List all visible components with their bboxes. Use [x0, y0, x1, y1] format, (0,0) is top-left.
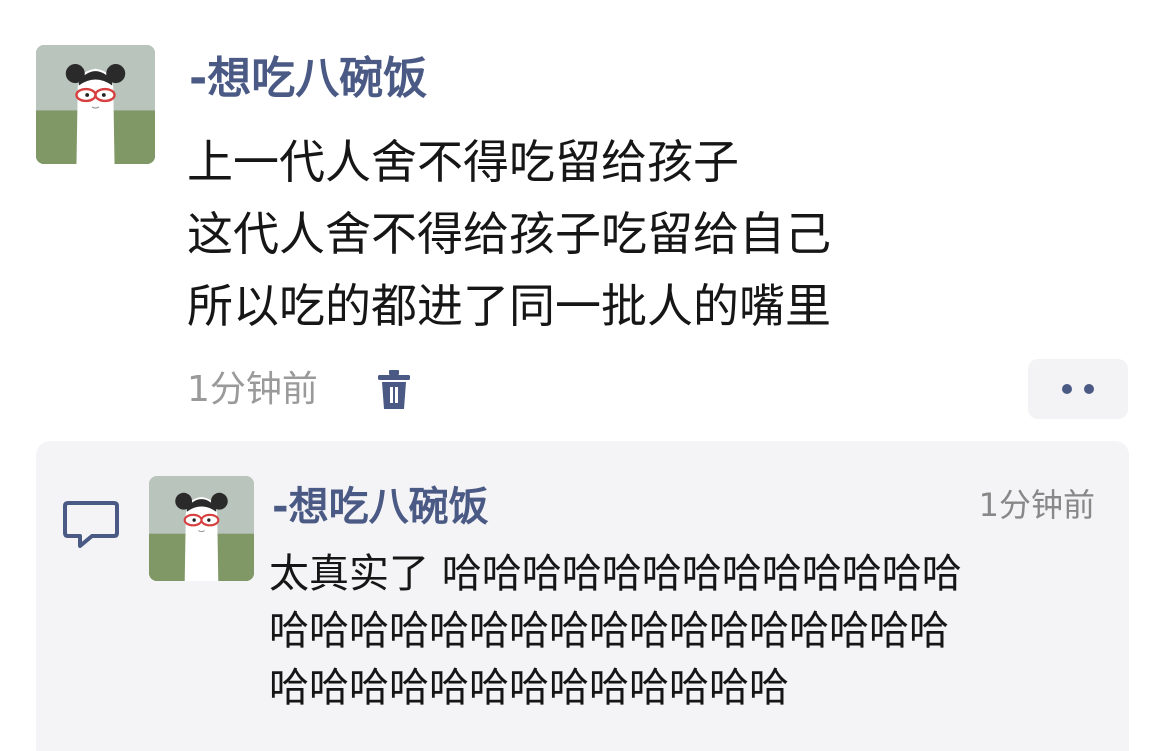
reply-content-line: 哈哈哈哈哈哈哈哈哈哈哈哈哈哈哈哈哈: [269, 608, 949, 654]
trash-icon[interactable]: [376, 370, 412, 410]
reply-timestamp: 1分钟前: [978, 486, 1095, 524]
reply-content-line: 太真实了 哈哈哈哈哈哈哈哈哈哈哈哈哈: [269, 551, 962, 597]
post-author-name[interactable]: -想吃八碗饭: [189, 48, 427, 110]
comment-bubble-icon[interactable]: [62, 499, 120, 551]
post-content-line: 所以吃的都进了同一批人的嘴里: [187, 279, 831, 333]
post-content: 上一代人舍不得吃留给孩子 这代人舍不得给孩子吃留给自己 所以吃的都进了同一批人的…: [187, 126, 831, 342]
more-dots-icon: [1084, 384, 1094, 394]
reply-author-name[interactable]: -想吃八碗饭: [272, 480, 489, 534]
more-options-button[interactable]: [1028, 359, 1128, 419]
avatar-image: [149, 476, 254, 581]
reply-avatar[interactable]: [149, 476, 254, 581]
post-content-line: 这代人舍不得给孩子吃留给自己: [187, 207, 831, 261]
avatar-image: [36, 45, 155, 164]
post-content-line: 上一代人舍不得吃留给孩子: [187, 135, 739, 189]
post-timestamp: 1分钟前: [187, 369, 318, 410]
reply-content-line: 哈哈哈哈哈哈哈哈哈哈哈哈哈: [269, 665, 789, 711]
more-dots-icon: [1062, 384, 1072, 394]
post-avatar[interactable]: [36, 45, 155, 164]
reply-content: 太真实了 哈哈哈哈哈哈哈哈哈哈哈哈哈 哈哈哈哈哈哈哈哈哈哈哈哈哈哈哈哈哈 哈哈哈…: [269, 546, 1089, 717]
